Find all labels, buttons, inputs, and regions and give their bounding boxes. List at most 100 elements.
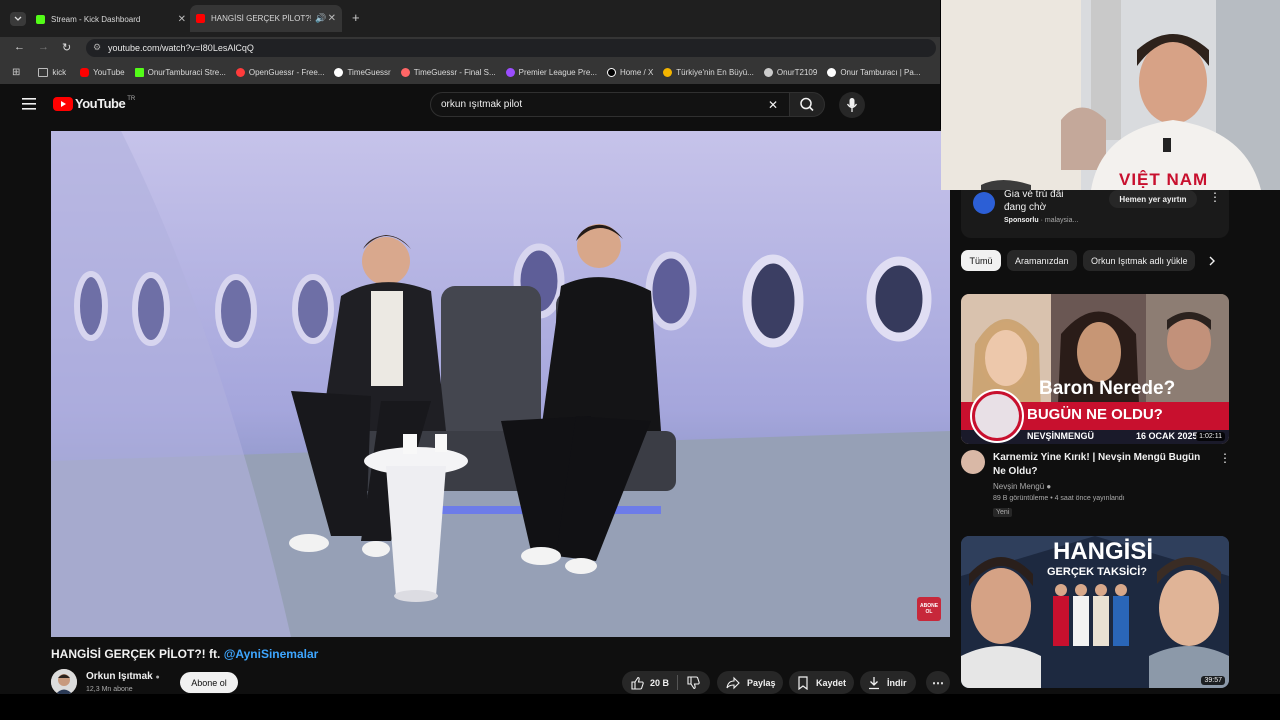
tab-list-button[interactable]	[10, 12, 26, 26]
voice-search-button[interactable]	[839, 92, 865, 118]
new-tab-button[interactable]: +	[352, 10, 360, 25]
like-dislike-group: 20 B	[622, 671, 710, 694]
chip-all[interactable]: Tümü	[961, 250, 1001, 271]
youtube-icon	[80, 67, 90, 77]
bookmark-item[interactable]: TimeGuessr - Final S...	[400, 67, 496, 77]
region-code: TR	[127, 95, 136, 102]
channel-avatar[interactable]	[51, 669, 77, 695]
bookmark-item[interactable]: Premier League Pre...	[505, 67, 597, 77]
site-info-icon[interactable]: ⚙	[93, 42, 101, 53]
webcam-overlay: VIỆT NAM	[941, 0, 1280, 190]
channel-name[interactable]: Orkun Işıtmak ●	[86, 671, 160, 682]
chip-from-search[interactable]: Aramanızdan	[1007, 250, 1077, 271]
video-duration: 39:57	[1201, 676, 1225, 685]
site-icon	[663, 67, 673, 77]
bookmark-icon	[798, 675, 808, 690]
share-button[interactable]: Paylaş	[717, 671, 783, 694]
close-icon[interactable]: ✕	[178, 14, 186, 25]
timeguessr-icon	[400, 67, 410, 77]
forward-icon[interactable]: →	[38, 41, 49, 53]
verified-icon: ●	[155, 674, 160, 681]
bookmark-item[interactable]: Home / X	[606, 67, 653, 77]
search-input[interactable]: orkun ışıtmak pilot ✕	[430, 92, 790, 117]
more-actions-button[interactable]: ⋯	[926, 671, 950, 694]
sponsored-label: Sponsorlu	[1004, 217, 1039, 224]
apps-grid-icon[interactable]: ⊞	[12, 67, 20, 78]
subscribe-button[interactable]: Abone ol	[180, 672, 238, 693]
url-field[interactable]: ⚙ youtube.com/watch?v=I80LesAlCqQ	[86, 39, 936, 57]
bookmark-label: OnurTamburaci Stre...	[147, 67, 226, 77]
more-vertical-icon[interactable]: ⋮	[1219, 451, 1231, 465]
bookmark-item[interactable]: TimeGuessr	[334, 67, 391, 77]
thumbs-up-icon	[631, 676, 644, 690]
thumbs-down-icon	[687, 675, 700, 689]
bookmark-label: kick	[52, 67, 67, 77]
like-button[interactable]: 20 B	[630, 676, 669, 690]
download-label: İndir	[887, 677, 907, 688]
reload-icon[interactable]: ↻	[62, 41, 71, 54]
ad-card[interactable]: Gia vé trú đãi đang chờ Sponsorlu · mala…	[961, 188, 1229, 238]
bookmark-item[interactable]: OpenGuessr - Free...	[235, 67, 325, 77]
ad-text: Gia vé trú đãi đang chờ	[1004, 188, 1063, 214]
timeguessr-icon	[334, 67, 344, 77]
recommendation-thumbnail[interactable]: Baron Nerede? BUGÜN NE OLDU? NEVŞİNMENGÜ…	[961, 294, 1229, 444]
recommendation-meta: 89 B görüntüleme • 4 saat önce yayınland…	[993, 495, 1125, 502]
bookmark-item[interactable]: OnurTamburaci Stre...	[134, 67, 226, 77]
recommendation-title[interactable]: Karnemiz Yine Kırık! | Nevşin Mengü Bugü…	[993, 451, 1209, 479]
microphone-icon	[846, 98, 858, 112]
bookmark-label: TimeGuessr	[347, 67, 391, 77]
advertiser-logo	[973, 192, 995, 214]
clear-search-icon[interactable]: ✕	[768, 98, 778, 112]
speaker-icon[interactable]: 🔊	[315, 13, 326, 24]
bookmark-item[interactable]: YouTube	[80, 67, 125, 77]
search-icon	[800, 97, 814, 112]
browser-tab-bar: Stream - Kick Dashboard ✕ HANGİSİ GERÇEK…	[0, 0, 940, 37]
openguessr-icon	[235, 67, 245, 77]
search-button[interactable]	[789, 92, 825, 117]
recommendation-thumbnail[interactable]: HANGİSİ GERÇEK TAKSİCİ? 39:57	[961, 536, 1229, 688]
tab-youtube-video[interactable]: HANGİSİ GERÇEK PİLOT?! ft... 🔊 ✕	[190, 5, 342, 32]
recommendation-channel[interactable]: Nevşin Mengü ●	[993, 482, 1051, 491]
save-button[interactable]: Kaydet	[789, 671, 854, 694]
subscribe-watermark[interactable]: ABONE OL	[917, 597, 941, 621]
youtube-favicon-icon	[196, 14, 205, 23]
ad-cta-button[interactable]: Hemen yer ayırtın	[1109, 190, 1197, 208]
dislike-button[interactable]	[686, 675, 700, 690]
thumbnail-subheading: GERÇEK TAKSİCİ?	[1047, 566, 1148, 578]
tab-title: Stream - Kick Dashboard	[51, 14, 141, 24]
save-label: Kaydet	[816, 677, 847, 688]
kick-favicon-icon	[36, 14, 45, 24]
chip-channel-uploads[interactable]: Orkun Işıtmak adlı yükle	[1083, 250, 1195, 271]
bookmark-item[interactable]: kick	[38, 67, 67, 77]
tab-kick-dashboard[interactable]: Stream - Kick Dashboard ✕	[36, 8, 186, 30]
more-horizontal-icon: ⋯	[932, 675, 944, 690]
thumbnail-brand: NEVŞİNMENGÜ	[1027, 431, 1095, 441]
thumbnail-banner: BUGÜN NE OLDU?	[1027, 406, 1163, 423]
download-icon	[869, 676, 879, 689]
video-player[interactable]: ABONE OL	[51, 131, 950, 637]
tab-title: HANGİSİ GERÇEK PİLOT?! ft...	[211, 14, 311, 23]
channel-avatar[interactable]	[961, 450, 985, 474]
bookmark-item[interactable]: OnurT2109	[763, 67, 817, 77]
hamburger-menu-icon[interactable]	[22, 98, 36, 110]
bookmark-label: TimeGuessr - Final S...	[413, 67, 496, 77]
chevron-right-icon[interactable]	[1205, 253, 1219, 269]
youtube-logo[interactable]: YouTube TR	[53, 96, 135, 111]
mention-link[interactable]: @AyniSinemalar	[224, 647, 319, 661]
bookmarks-bar: ⊞ kick YouTube OnurTamburaci Stre... Ope…	[0, 60, 940, 84]
thumbnail-heading: Baron Nerede?	[1039, 378, 1176, 399]
close-icon[interactable]: ✕	[328, 13, 336, 24]
bookmark-item[interactable]: Onur Tamburacı | Pa...	[827, 67, 921, 77]
more-vertical-icon[interactable]: ⋮	[1209, 190, 1221, 204]
divider	[677, 675, 679, 690]
advertiser-name: malaysia...	[1044, 217, 1079, 224]
channel-name-text: Orkun Işıtmak	[86, 671, 153, 682]
thumbnail-heading: HANGİSİ	[1053, 538, 1154, 565]
screen-bottom-edge	[0, 694, 1280, 720]
avatar-image	[51, 669, 77, 695]
download-button[interactable]: İndir	[860, 671, 916, 694]
back-icon[interactable]: ←	[14, 41, 25, 53]
bookmark-label: OpenGuessr - Free...	[248, 67, 325, 77]
bookmark-item[interactable]: Türkiye'nin En Büyü...	[663, 67, 754, 77]
share-label: Paylaş	[747, 677, 776, 688]
